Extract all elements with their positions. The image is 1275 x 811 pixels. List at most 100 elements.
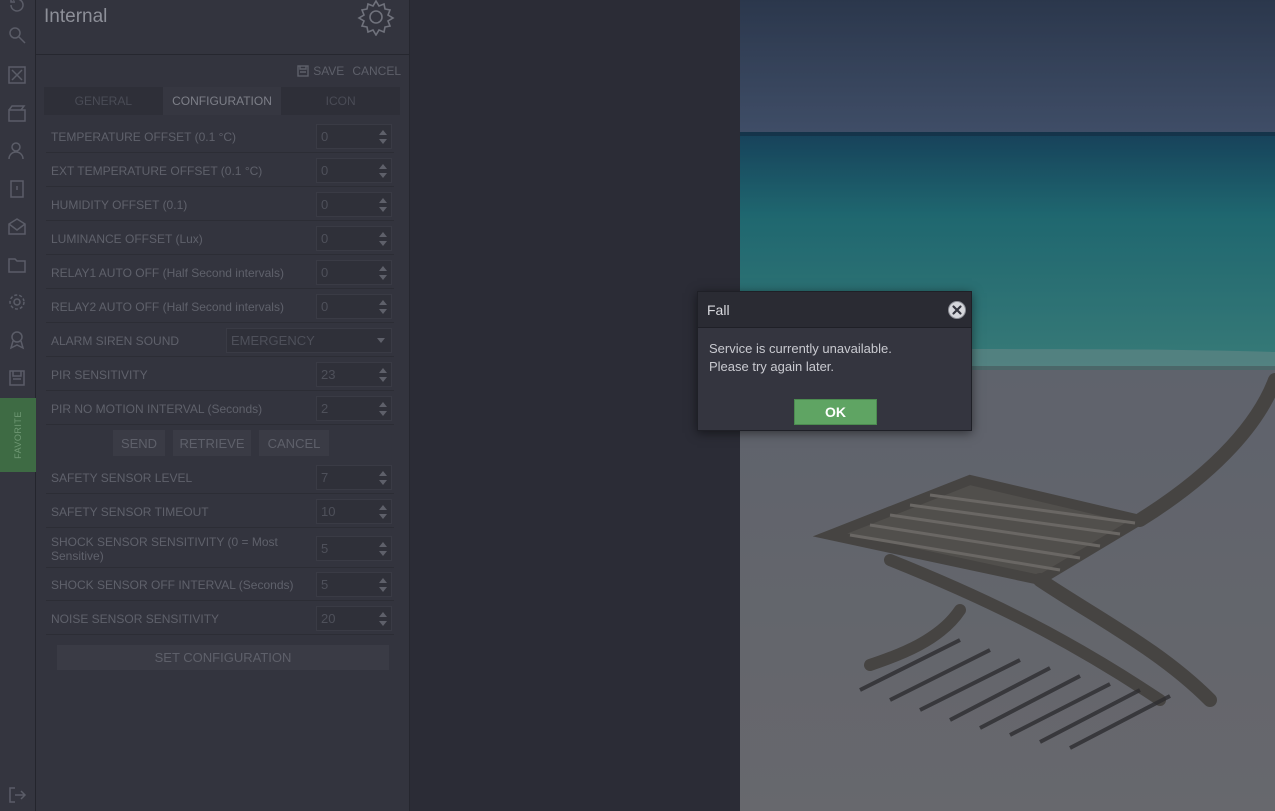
- number-input[interactable]: 10: [316, 499, 392, 524]
- search-icon[interactable]: [6, 24, 28, 46]
- save-icon[interactable]: [6, 367, 28, 389]
- ok-button[interactable]: OK: [794, 399, 877, 425]
- config-row: EXT TEMPERATURE OFFSET (0.1 °C) 0: [46, 154, 394, 187]
- number-input[interactable]: 7: [316, 465, 392, 490]
- refresh-icon[interactable]: [6, 0, 28, 16]
- app-root: FAVORITE Internal SAVE CANCEL GENERAL CO…: [0, 0, 1275, 811]
- row-label: SAFETY SENSOR LEVEL: [51, 470, 193, 485]
- input-value: 0: [321, 163, 329, 178]
- folder-icon[interactable]: [6, 253, 28, 275]
- tab-general[interactable]: GENERAL: [44, 87, 163, 115]
- siren-select[interactable]: EMERGENCY: [226, 328, 392, 353]
- send-button[interactable]: SEND: [113, 430, 165, 456]
- input-value: 0: [321, 231, 329, 246]
- spinner-icon[interactable]: [379, 231, 387, 247]
- save-label: SAVE: [313, 64, 345, 78]
- cancel-button[interactable]: CANCEL: [352, 64, 401, 78]
- dialog-header: Fall: [698, 292, 971, 328]
- row-label: RELAY2 AUTO OFF (Half Second intervals): [51, 299, 284, 314]
- config-row: TEMPERATURE OFFSET (0.1 °C) 0: [46, 120, 394, 153]
- spinner-icon[interactable]: [379, 401, 387, 417]
- device-icon[interactable]: [6, 178, 28, 200]
- row-label: PIR NO MOTION INTERVAL (Seconds): [51, 401, 263, 416]
- spinner-icon[interactable]: [379, 611, 387, 627]
- config-row: RELAY1 AUTO OFF (Half Second intervals) …: [46, 256, 394, 289]
- config-row: HUMIDITY OFFSET (0.1) 0: [46, 188, 394, 221]
- number-input[interactable]: 23: [316, 362, 392, 387]
- input-value: 23: [321, 367, 336, 382]
- row-label: HUMIDITY OFFSET (0.1): [51, 197, 188, 212]
- number-input[interactable]: 0: [316, 158, 392, 183]
- input-value: 5: [321, 541, 329, 556]
- tab-bar: GENERAL CONFIGURATION ICON: [44, 87, 400, 115]
- alert-dialog: Fall Service is currently unavailable. P…: [697, 291, 972, 431]
- config-row: SHOCK SENSOR SENSITIVITY (0 = Most Sensi…: [46, 529, 394, 568]
- number-input[interactable]: 0: [316, 260, 392, 285]
- config-row: PIR SENSITIVITY 23: [46, 358, 394, 391]
- tab-icon[interactable]: ICON: [281, 87, 400, 115]
- row-label: SHOCK SENSOR OFF INTERVAL (Seconds): [51, 577, 294, 592]
- spinner-icon[interactable]: [379, 577, 387, 593]
- icon-rail: FAVORITE: [0, 0, 36, 811]
- row-label: EXT TEMPERATURE OFFSET (0.1 °C): [51, 163, 263, 178]
- input-value: 0: [321, 197, 329, 212]
- config-row: SAFETY SENSOR TIMEOUT 10: [46, 495, 394, 528]
- spinner-icon[interactable]: [379, 367, 387, 383]
- dialog-message: Service is currently unavailable. Please…: [709, 340, 892, 376]
- spinner-icon[interactable]: [379, 163, 387, 179]
- dialog-message-line-2: Please try again later.: [709, 359, 835, 374]
- number-input[interactable]: 0: [316, 192, 392, 217]
- chevron-down-icon: [377, 338, 385, 343]
- close-icon[interactable]: [947, 300, 967, 320]
- config-row: LUMINANCE OFFSET (Lux) 0: [46, 222, 394, 255]
- spinner-icon[interactable]: [379, 265, 387, 281]
- config-row: PIR NO MOTION INTERVAL (Seconds) 2: [46, 392, 394, 425]
- input-value: 0: [321, 265, 329, 280]
- input-value: 0: [321, 299, 329, 314]
- input-value: 2: [321, 401, 329, 416]
- logout-icon[interactable]: [6, 784, 28, 806]
- expand-icon[interactable]: [6, 64, 28, 86]
- number-input[interactable]: 20: [316, 606, 392, 631]
- gear-icon[interactable]: [357, 0, 395, 37]
- spinner-icon[interactable]: [379, 197, 387, 213]
- spinner-icon[interactable]: [379, 504, 387, 520]
- param-button-row: SEND RETRIEVE CANCEL: [113, 430, 329, 456]
- mail-icon[interactable]: [6, 215, 28, 237]
- panel-title: Internal: [44, 6, 108, 27]
- number-input[interactable]: 0: [316, 124, 392, 149]
- retrieve-button[interactable]: RETRIEVE: [173, 430, 251, 456]
- users-icon[interactable]: [6, 140, 28, 162]
- content-area: [410, 0, 740, 811]
- row-label: RELAY1 AUTO OFF (Half Second intervals): [51, 265, 284, 280]
- config-panel: Internal SAVE CANCEL GENERAL CONFIGURATI…: [36, 0, 410, 811]
- scene-icon[interactable]: [6, 102, 28, 124]
- row-label: PIR SENSITIVITY: [51, 367, 148, 382]
- number-input[interactable]: 0: [316, 226, 392, 251]
- dialog-message-line-1: Service is currently unavailable.: [709, 341, 892, 356]
- number-input[interactable]: 2: [316, 396, 392, 421]
- favorite-tab[interactable]: FAVORITE: [0, 398, 36, 472]
- save-button[interactable]: SAVE: [297, 64, 344, 78]
- input-value: 0: [321, 129, 329, 144]
- cancel-params-button[interactable]: CANCEL: [259, 430, 329, 456]
- row-label: SHOCK SENSOR SENSITIVITY (0 = Most Sensi…: [51, 534, 278, 563]
- number-input[interactable]: 5: [316, 572, 392, 597]
- row-label: NOISE SENSOR SENSITIVITY: [51, 611, 220, 626]
- favorite-label: FAVORITE: [13, 411, 23, 459]
- spinner-icon[interactable]: [379, 299, 387, 315]
- floppy-icon: [297, 65, 309, 77]
- set-configuration-button[interactable]: SET CONFIGURATION: [57, 645, 389, 670]
- number-input[interactable]: 0: [316, 294, 392, 319]
- number-input[interactable]: 5: [316, 536, 392, 561]
- config-row: NOISE SENSOR SENSITIVITY 20: [46, 602, 394, 635]
- tab-configuration[interactable]: CONFIGURATION: [162, 87, 282, 115]
- settings-icon[interactable]: [6, 291, 28, 313]
- config-row: SHOCK SENSOR OFF INTERVAL (Seconds) 5: [46, 568, 394, 601]
- spinner-icon[interactable]: [379, 470, 387, 486]
- award-icon[interactable]: [6, 329, 28, 351]
- spinner-icon[interactable]: [379, 129, 387, 145]
- spinner-icon[interactable]: [379, 541, 387, 557]
- input-value: 20: [321, 611, 336, 626]
- panel-actions: SAVE CANCEL: [297, 64, 401, 78]
